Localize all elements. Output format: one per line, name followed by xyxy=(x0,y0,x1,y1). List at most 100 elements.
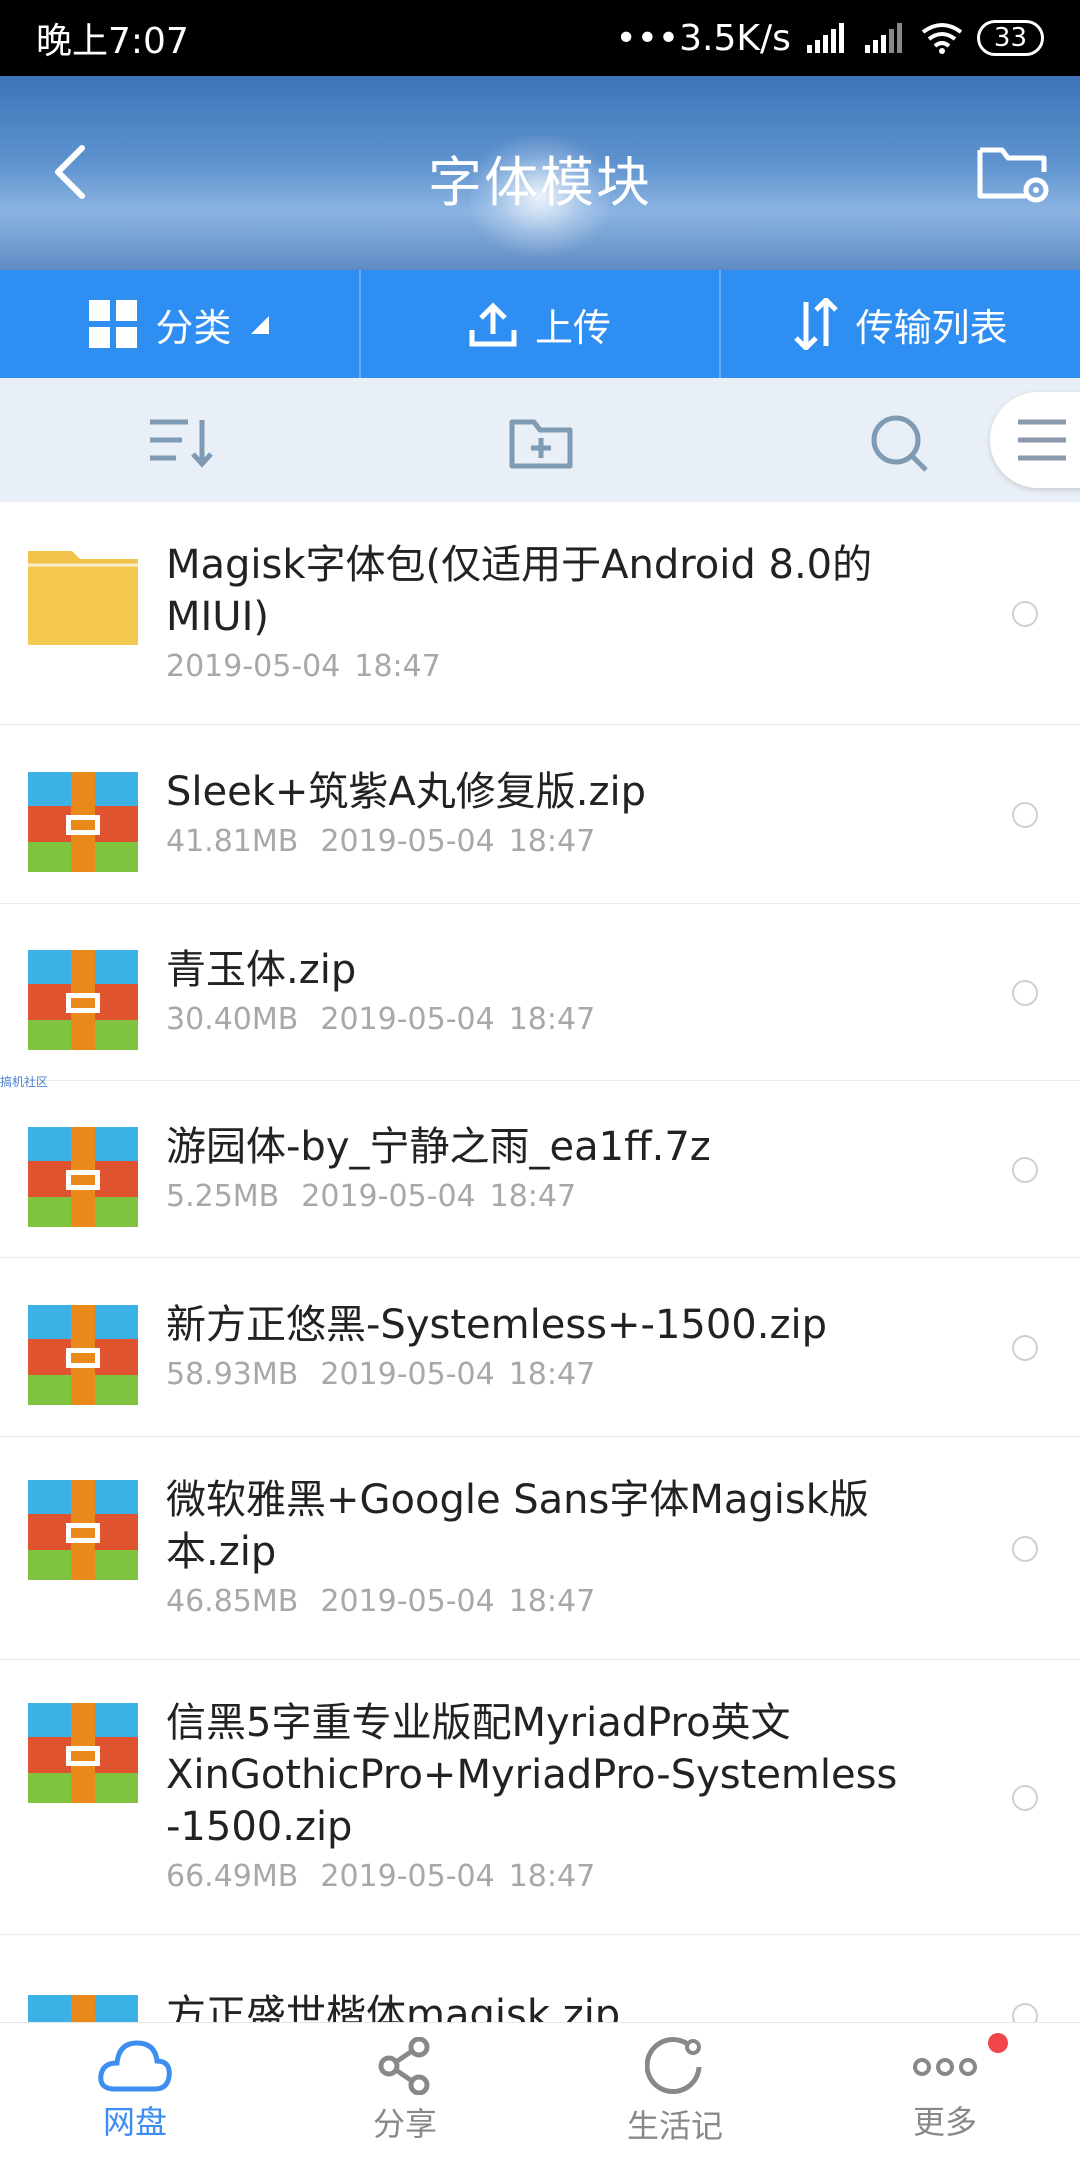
nav-item-share[interactable]: 分享 xyxy=(270,2023,540,2161)
file-name-line: 新方正悠黑-Systemless+-1500.zip xyxy=(166,1302,827,1348)
file-name-line: 青玉体.zip xyxy=(166,947,357,993)
file-date: 2019-05-04 xyxy=(320,1002,495,1037)
menu-button[interactable] xyxy=(990,392,1080,488)
nav-label-more: 更多 xyxy=(912,2103,977,2141)
grid-icon xyxy=(89,300,138,348)
archive-icon xyxy=(28,1480,138,1580)
select-radio[interactable] xyxy=(1012,980,1038,1006)
category-label: 分类 xyxy=(155,305,232,350)
header: 字体模块 xyxy=(0,76,1080,270)
file-name: 新方正悠黑-Systemless+-1500.zip xyxy=(166,1299,960,1351)
cloud-icon xyxy=(98,2040,172,2092)
file-row[interactable]: 新方正悠黑-Systemless+-1500.zip 58.93MB 2019-05… xyxy=(0,1258,1080,1437)
file-size: 30.40MB xyxy=(166,1002,299,1037)
file-name-line: XinGothicPro+MyriadPro-Systemless xyxy=(166,1752,898,1798)
file-time: 18:47 xyxy=(508,1859,596,1894)
file-row[interactable]: 信黑5字重专业版配MyriadPro英文 XinGothicPro+MyriadP… xyxy=(0,1660,1080,1935)
search-icon[interactable] xyxy=(866,412,936,472)
new-folder-icon[interactable] xyxy=(506,412,576,472)
file-date: 2019-05-04 xyxy=(301,1179,476,1214)
nav-label-life: 生活记 xyxy=(626,2107,723,2145)
file-row[interactable]: 游园体-by_宁静之雨_ea1ff.7z 5.25MB 2019-05-04 18:4… xyxy=(0,1081,1080,1258)
share-icon xyxy=(378,2037,430,2095)
file-size: 58.93MB xyxy=(166,1357,299,1392)
sort-icon[interactable] xyxy=(148,412,218,472)
file-name: 信黑5字重专业版配MyriadPro英文 XinGothicPro+MyriadP… xyxy=(166,1697,960,1853)
transfer-icon xyxy=(793,298,838,350)
archive-icon xyxy=(28,1703,138,1803)
file-row[interactable]: 青玉体.zip 30.40MB 2019-05-04 18:47 xyxy=(0,904,1080,1081)
select-radio[interactable] xyxy=(1012,601,1038,627)
file-meta: 58.93MB 2019-05-04 18:47 xyxy=(166,1355,960,1395)
file-text: Magisk字体包(仅适用于Android 8.0的 MIUI) 2019-05-0… xyxy=(166,502,960,687)
file-meta: 46.85MB 2019-05-04 18:47 xyxy=(166,1582,960,1622)
upload-button[interactable]: 上传 xyxy=(361,270,720,378)
signal-icon-2 xyxy=(864,23,902,53)
select-radio[interactable] xyxy=(1012,1536,1038,1562)
file-text: 新方正悠黑-Systemless+-1500.zip 58.93MB 2019-05… xyxy=(166,1258,960,1395)
folder-row[interactable]: Magisk字体包(仅适用于Android 8.0的 MIUI) 2019-05-0… xyxy=(0,502,1080,725)
file-time: 18:47 xyxy=(489,1179,577,1214)
toolbar xyxy=(0,378,1080,502)
file-name-line: MIUI) xyxy=(166,594,269,640)
archive-icon xyxy=(28,1305,138,1405)
wifi-icon xyxy=(921,23,963,54)
file-row[interactable]: 微软雅黑+Google Sans字体Magisk版 本.zip 46.85MB 201… xyxy=(0,1437,1080,1660)
file-size: 46.85MB xyxy=(166,1584,299,1619)
archive-icon xyxy=(28,950,138,1050)
nav-item-netdisk[interactable]: 网盘 xyxy=(0,2023,270,2161)
file-text: 微软雅黑+Google Sans字体Magisk版 本.zip 46.85MB 201… xyxy=(166,1437,960,1622)
file-row[interactable]: Sleek+筑紫A丸修复版.zip 41.81MB 2019-05-04 18:47 xyxy=(0,725,1080,904)
upload-icon xyxy=(469,302,517,347)
file-name: Sleek+筑紫A丸修复版.zip xyxy=(166,766,960,818)
select-radio[interactable] xyxy=(1012,1785,1038,1811)
file-date: 2019-05-04 xyxy=(320,1859,495,1894)
file-time: 18:47 xyxy=(508,824,596,859)
dropdown-triangle-icon xyxy=(251,316,270,334)
file-time: 18:47 xyxy=(354,649,441,684)
file-text: Sleek+筑紫A丸修复版.zip 41.81MB 2019-05-04 18:47 xyxy=(166,725,960,862)
menu-icon xyxy=(1018,419,1066,461)
notification-badge xyxy=(988,2033,1008,2053)
file-time: 18:47 xyxy=(508,1357,596,1392)
status-time: 晚上7:07 xyxy=(36,21,189,62)
file-text: 青玉体.zip 30.40MB 2019-05-04 18:47 xyxy=(166,904,960,1040)
file-date: 2019-05-04 xyxy=(320,824,495,859)
file-name: 微软雅黑+Google Sans字体Magisk版 本.zip xyxy=(166,1474,960,1578)
file-name: Magisk字体包(仅适用于Android 8.0的 MIUI) xyxy=(166,539,960,643)
nav-label-netdisk: 网盘 xyxy=(102,2103,167,2141)
refresh-circle-icon xyxy=(645,2037,702,2094)
file-text: 游园体-by_宁静之雨_ea1ff.7z 5.25MB 2019-05-04 18:4… xyxy=(166,1081,960,1217)
select-radio[interactable] xyxy=(1012,1335,1038,1361)
nav-item-life[interactable]: 生活记 xyxy=(540,2023,810,2161)
file-list: Magisk字体包(仅适用于Android 8.0的 MIUI) 2019-05-0… xyxy=(0,502,1080,2096)
signal-icon xyxy=(806,23,844,53)
file-name-line: 本.zip xyxy=(166,1529,277,1575)
status-bar: 晚上7:07 •••3.5K/s 33 xyxy=(0,0,1080,76)
nav-label-share: 分享 xyxy=(372,2105,437,2143)
battery-indicator: 33 xyxy=(976,20,1044,56)
select-radio[interactable] xyxy=(1012,1157,1038,1183)
file-size: 66.49MB xyxy=(166,1859,299,1894)
file-name-line: Magisk字体包(仅适用于Android 8.0的 xyxy=(166,542,873,588)
file-name: 游园体-by_宁静之雨_ea1ff.7z xyxy=(166,1121,960,1173)
file-time: 18:47 xyxy=(508,1584,596,1619)
more-icon xyxy=(913,2058,977,2076)
select-radio[interactable] xyxy=(1012,802,1038,828)
file-date: 2019-05-04 xyxy=(320,1584,495,1619)
transfer-list-button[interactable]: 传输列表 xyxy=(721,270,1080,378)
nav-item-more[interactable]: 更多 xyxy=(810,2023,1080,2161)
file-meta: 66.49MB 2019-05-04 18:47 xyxy=(166,1857,960,1897)
archive-icon xyxy=(28,772,138,872)
category-button[interactable]: 分类 xyxy=(0,270,359,378)
folder-settings-icon[interactable] xyxy=(974,134,1054,208)
archive-icon xyxy=(28,1127,138,1227)
page-title: 字体模块 xyxy=(428,151,652,214)
bottom-nav: 网盘 分享 生活记 更多 xyxy=(0,2022,1080,2161)
file-name-line: -1500.zip xyxy=(166,1804,353,1850)
net-speed: •••3.5K/s xyxy=(615,17,791,59)
file-date: 2019-05-04 xyxy=(166,649,341,684)
file-meta: 5.25MB 2019-05-04 18:47 xyxy=(166,1177,960,1217)
file-meta: 30.40MB 2019-05-04 18:47 xyxy=(166,1000,960,1040)
file-text: 信黑5字重专业版配MyriadPro英文 XinGothicPro+MyriadP… xyxy=(166,1660,960,1897)
